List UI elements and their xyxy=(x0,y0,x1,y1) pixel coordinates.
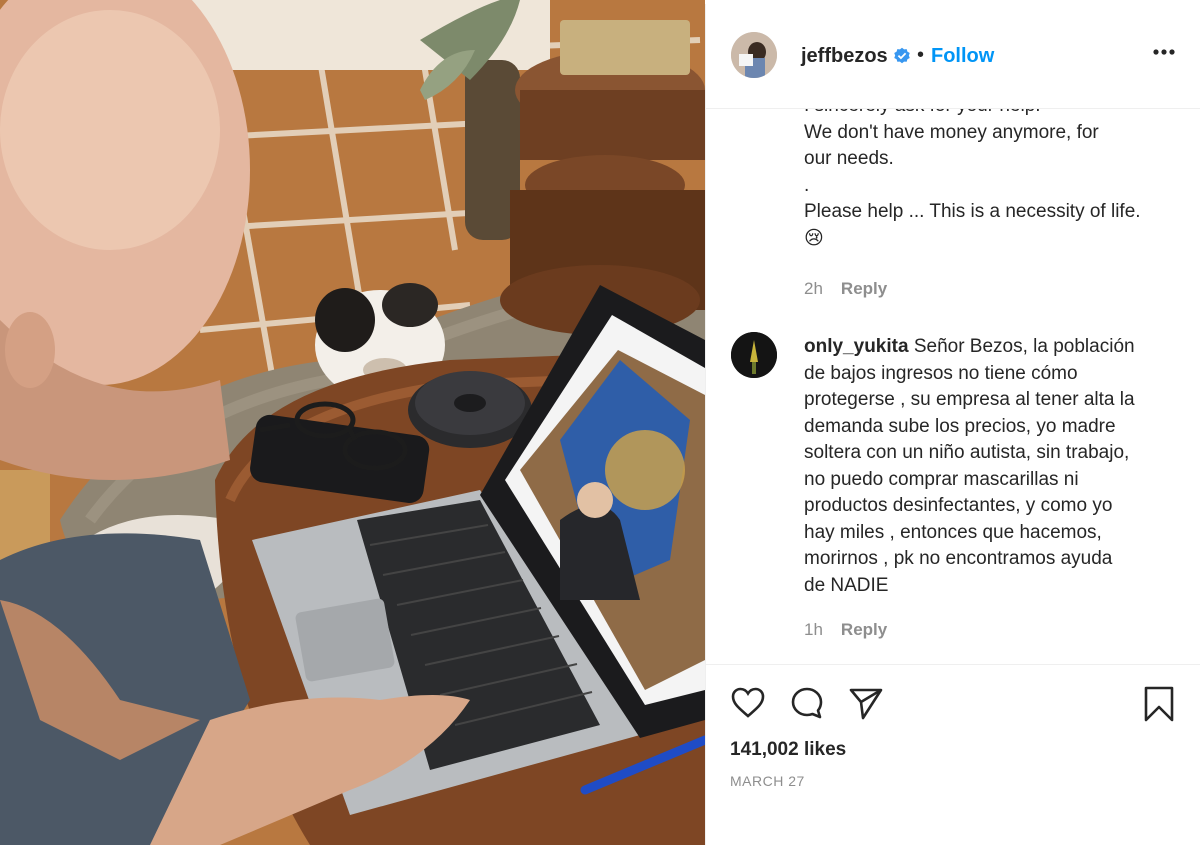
comment-line: soltera con un niño autista, sin trabajo… xyxy=(804,442,1130,463)
comment-line: I sincerely ask for your help. xyxy=(804,108,1174,120)
comment-body: only_yukita Señor Bezos, la población de… xyxy=(804,334,1174,599)
heart-icon[interactable] xyxy=(730,685,766,721)
comment-line: . xyxy=(804,174,810,196)
profile-avatar[interactable] xyxy=(731,32,777,78)
follow-button[interactable]: Follow xyxy=(931,45,994,68)
comment-time: 2h xyxy=(804,279,823,298)
more-options-icon[interactable] xyxy=(1151,39,1177,65)
comments-list[interactable]: I sincerely ask for your help. We don't … xyxy=(706,108,1200,664)
like-count[interactable]: 141,002 likes xyxy=(730,739,846,761)
comment-line: morirnos , pk no encontramos ayuda xyxy=(804,548,1113,569)
avatar-image xyxy=(731,332,777,378)
post-header: jeffbezos • Follow xyxy=(706,4,1200,109)
post-actions-section: 141,002 likes MARCH 27 xyxy=(706,664,1200,845)
comment-meta: 2h Reply xyxy=(804,279,887,299)
avatar-image xyxy=(731,32,777,78)
post-date: MARCH 27 xyxy=(730,773,805,789)
commenter-avatar[interactable] xyxy=(731,332,777,378)
comment-line: our needs. xyxy=(804,148,894,169)
comment-line: demanda sube los precios, yo madre xyxy=(804,415,1116,437)
post-side-panel: jeffbezos • Follow I sincerely ask for y… xyxy=(705,4,1200,845)
instagram-post-window: jeffbezos • Follow I sincerely ask for y… xyxy=(0,0,1200,845)
crying-emoji: 😢 xyxy=(804,227,824,249)
reply-button[interactable]: Reply xyxy=(841,620,887,639)
paper-plane-icon[interactable] xyxy=(848,685,884,721)
comment-line: protegerse , su empresa al tener alta la xyxy=(804,389,1135,410)
comment-line: productos desinfectantes, y como yo xyxy=(804,495,1113,516)
reply-button[interactable]: Reply xyxy=(841,279,887,298)
comment-meta: 1h Reply xyxy=(804,620,887,640)
comment-username[interactable]: only_yukita xyxy=(804,336,909,357)
comment-line: de bajos ingresos no tiene cómo xyxy=(804,362,1078,384)
comment-line: no puedo comprar mascarillas ni xyxy=(804,468,1079,490)
comment-line: hay miles , entonces que hacemos, xyxy=(804,521,1102,543)
comment-line: We don't have money anymore, for xyxy=(804,121,1099,143)
comment-line: de NADIE xyxy=(804,574,889,596)
comment-bubble-icon[interactable] xyxy=(789,685,825,721)
post-username[interactable]: jeffbezos xyxy=(801,45,888,68)
bookmark-icon[interactable] xyxy=(1142,685,1176,723)
separator-dot: • xyxy=(917,44,925,66)
comment-line: Please help ... This is a necessity of l… xyxy=(804,201,1141,222)
comment-line: only_yukita Señor Bezos, la población xyxy=(804,334,1174,361)
photo-scene xyxy=(0,0,705,845)
comment-body: I sincerely ask for your help. We don't … xyxy=(804,108,1174,252)
comment-time: 1h xyxy=(804,620,823,639)
comment-text: Señor Bezos, la población xyxy=(908,336,1135,357)
post-photo[interactable] xyxy=(0,0,705,845)
verified-badge-icon xyxy=(894,47,910,64)
